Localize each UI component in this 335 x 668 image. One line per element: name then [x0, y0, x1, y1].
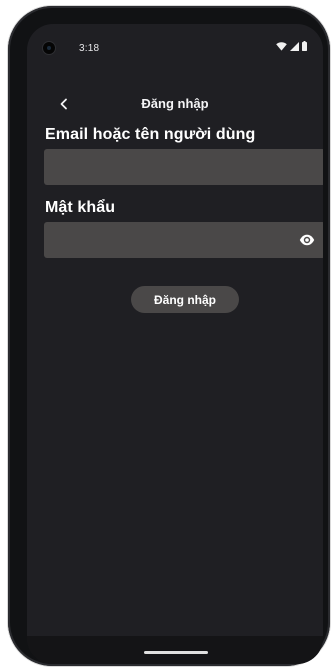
email-field[interactable]	[44, 149, 323, 185]
status-icons	[276, 41, 307, 51]
battery-icon	[302, 41, 307, 51]
status-bar: 3:18	[27, 24, 323, 70]
email-label: Email hoặc tên người dùng	[45, 126, 256, 143]
password-field[interactable]	[44, 222, 323, 258]
eye-icon[interactable]	[298, 232, 316, 248]
app-bar: Đăng nhập	[27, 92, 323, 116]
wifi-icon	[276, 41, 287, 51]
cell-signal-icon	[290, 41, 299, 51]
navigation-bar	[27, 636, 323, 664]
page-title: Đăng nhập	[141, 96, 209, 111]
page: 3:18 Đăng nhập Email hoặc tên người dùng…	[0, 0, 335, 668]
status-time: 3:18	[79, 43, 100, 54]
phone-frame: 3:18 Đăng nhập Email hoặc tên người dùng…	[8, 6, 330, 666]
app-screen: 3:18 Đăng nhập Email hoặc tên người dùng…	[27, 24, 323, 664]
front-camera	[43, 42, 55, 54]
password-label: Mật khẩu	[45, 199, 116, 216]
login-button[interactable]: Đăng nhập	[131, 286, 239, 313]
home-indicator[interactable]	[144, 651, 208, 654]
